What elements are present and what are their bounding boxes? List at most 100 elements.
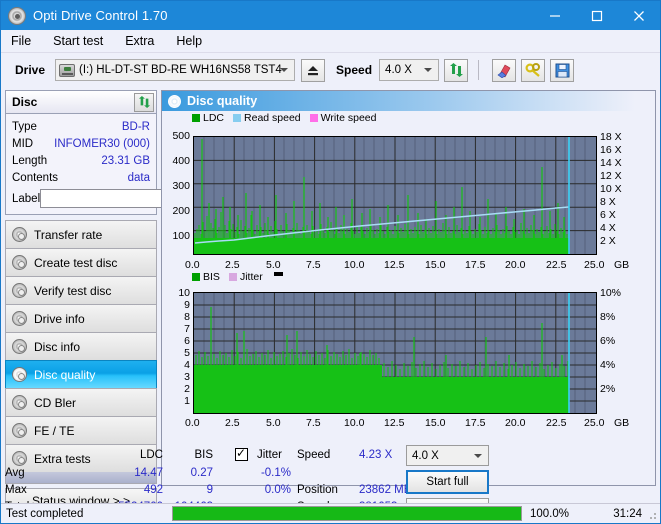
- chart2-ytick-9: 9: [184, 299, 190, 311]
- nav-item-fe-te[interactable]: FE / TE: [5, 416, 157, 444]
- menu-start-test[interactable]: Start test: [51, 32, 112, 50]
- stats-avg-bis: 0.27: [190, 467, 213, 479]
- disc-row-contents: Contents data: [12, 169, 150, 186]
- nav-item-label: Disc info: [34, 339, 81, 354]
- legend-label-ldc: LDC: [203, 112, 225, 124]
- speed-select[interactable]: 4.0 X: [379, 59, 440, 81]
- nav-item-drive-info[interactable]: Drive info: [5, 304, 157, 332]
- disc-label-row: Label: [12, 187, 211, 210]
- chart2-ytick-2pct: 2%: [600, 383, 616, 395]
- disc-icon: [12, 255, 27, 270]
- speed-select-bottom[interactable]: 4.0 X: [406, 445, 489, 466]
- disc-icon: [12, 283, 27, 298]
- chart1-xtick-8: 20.0: [505, 259, 526, 271]
- nav-item-verify-test-disc[interactable]: Verify test disc: [5, 276, 157, 304]
- chart2-xtick-6: 15.0: [425, 417, 446, 429]
- progress-percent: 100.0%: [530, 507, 570, 520]
- erase-button[interactable]: [492, 58, 517, 82]
- keys-button[interactable]: [521, 58, 546, 82]
- save-button[interactable]: [550, 58, 575, 82]
- legend-swatch-bis: [192, 273, 200, 281]
- refresh-button[interactable]: [444, 58, 469, 82]
- legend-swatch-ldc: [192, 114, 200, 122]
- stats-row-label-max: Max: [5, 484, 27, 496]
- chart1-ytick-8x: 8 X: [600, 196, 616, 208]
- chart1-legend: LDC Read speed Write speed: [192, 112, 382, 124]
- chart2-ytick-6: 6: [184, 335, 190, 347]
- disc-icon: [12, 227, 27, 242]
- disc-panel-header: Disc: [6, 91, 156, 114]
- nav-item-cd-bler[interactable]: CD Bler: [5, 388, 157, 416]
- chart1-xtick-10: 25.0: [584, 259, 605, 271]
- close-button[interactable]: [618, 1, 660, 30]
- stats-max-jitter: 0.0%: [264, 484, 291, 496]
- maximize-button[interactable]: [576, 1, 618, 30]
- nav-item-disc-quality[interactable]: Disc quality: [5, 360, 157, 388]
- chart2-ytick-3: 3: [184, 371, 190, 383]
- chart1-ytick-200: 200: [172, 205, 190, 217]
- disc-info-rows: Type BD-R MID INFOMER30 (000) Length 23.…: [6, 114, 211, 214]
- chart1-ytick-2x: 2 X: [600, 235, 616, 247]
- chart2-xaxis-unit: GB: [614, 417, 630, 429]
- title-bar: Opti Drive Control 1.70: [1, 1, 660, 30]
- disc-row-key: MID: [12, 137, 34, 150]
- disc-icon: [12, 367, 27, 382]
- chart2-xtick-0: 0.0: [185, 417, 200, 429]
- legend-label-write-speed: Write speed: [320, 112, 377, 124]
- start-full-button[interactable]: Start full: [406, 470, 489, 494]
- legend-label-read-speed: Read speed: [244, 112, 301, 124]
- progress-bar: [172, 506, 522, 521]
- stats-max-bis: 9: [206, 484, 213, 496]
- disc-quality-panel: Disc quality LDC Read speed Write speed …: [5, 90, 656, 522]
- chart2-ytick-10pct: 10%: [600, 287, 622, 299]
- disc-row-value: 23.31 GB: [101, 154, 150, 167]
- disc-label-key: Label: [12, 192, 41, 205]
- menu-file[interactable]: File: [9, 32, 40, 50]
- nav-item-disc-info[interactable]: Disc info: [5, 332, 157, 360]
- eject-button[interactable]: [301, 58, 326, 82]
- chart2-xtick-4: 10.0: [344, 417, 365, 429]
- chart2-xtick-5: 12.5: [384, 417, 405, 429]
- chart2-ytick-10: 10: [178, 287, 190, 299]
- chart1-xtick-0: 0.0: [185, 259, 200, 271]
- resize-grip-icon[interactable]: [647, 510, 657, 520]
- chevron-down-icon: [280, 68, 289, 72]
- chart2-ytick-8: 8: [184, 311, 190, 323]
- speed-label: Speed: [336, 63, 373, 77]
- legend-swatch-jitter: [228, 273, 237, 281]
- menu-bar: File Start test Extra Help: [1, 30, 660, 52]
- disc-row-type: Type BD-R: [12, 118, 150, 135]
- disc-icon: [168, 94, 181, 108]
- nav-item-label: Verify test disc: [34, 283, 112, 298]
- left-sidebar: Disc Type BD-R MID INFOMER30 (000) Lengt…: [1, 87, 211, 514]
- stats-row-label-avg: Avg: [5, 467, 25, 479]
- window-controls: [534, 1, 660, 30]
- chart1-xtick-7: 17.5: [465, 259, 486, 271]
- minimize-button[interactable]: [534, 1, 576, 30]
- refresh-icon[interactable]: [134, 92, 154, 112]
- stats-avg-ldc: 14.47: [134, 467, 163, 479]
- chart1-xtick-4: 10.0: [344, 259, 365, 271]
- chart1-xtick-9: 22.5: [546, 259, 567, 271]
- menu-help[interactable]: Help: [174, 32, 211, 50]
- chart1-ytick-4x: 4 X: [600, 222, 616, 234]
- menu-extra[interactable]: Extra: [123, 32, 163, 50]
- chart2-ytick-7: 7: [184, 323, 190, 335]
- chart2-xtick-9: 22.5: [546, 417, 567, 429]
- chart1-xtick-2: 5.0: [266, 259, 281, 271]
- legend-label-bis: BIS: [203, 271, 220, 283]
- chart2-ytick-8pct: 8%: [600, 311, 616, 323]
- chart1-plot-area: [193, 136, 597, 255]
- status-bar: Test completed 100.0% 31:24: [1, 503, 660, 523]
- chart1-ytick-14x: 14 X: [600, 157, 622, 169]
- nav-item-transfer-rate[interactable]: Transfer rate: [5, 220, 157, 248]
- nav-item-create-test-disc[interactable]: Create test disc: [5, 248, 157, 276]
- drive-select[interactable]: (I:) HL-DT-ST BD-RE WH16NS58 TST4: [55, 59, 296, 81]
- stats-header-ldc: LDC: [139, 449, 163, 461]
- nav-item-label: FE / TE: [34, 423, 75, 438]
- chart2-ytick-4: 4: [184, 359, 190, 371]
- stats-header-bis: BIS: [194, 449, 213, 461]
- optical-drive-icon: [59, 63, 76, 77]
- chart1-ytick-6x: 6 X: [600, 209, 616, 221]
- jitter-checkbox[interactable]: [235, 446, 248, 461]
